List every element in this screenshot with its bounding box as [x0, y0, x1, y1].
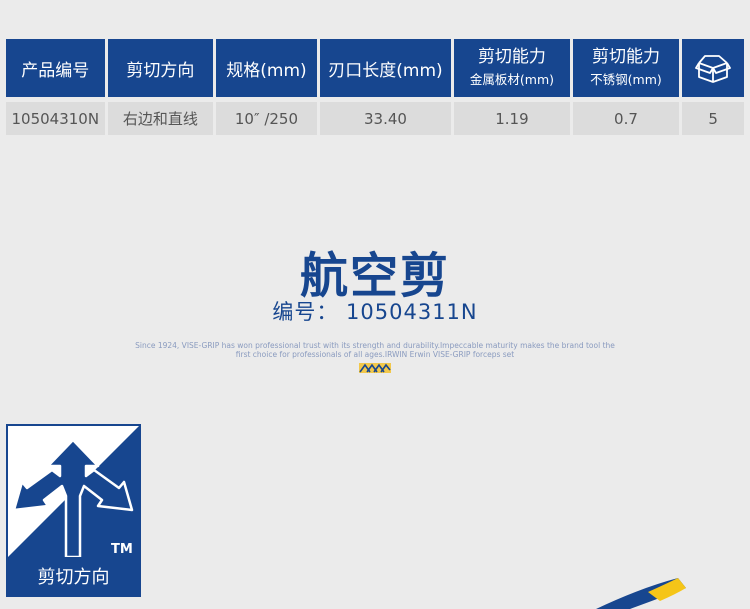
box-icon	[695, 55, 732, 83]
tagline-line-2: first choice for professionals of all ag…	[235, 349, 515, 359]
badge-trademark: TM	[111, 542, 133, 557]
cell-cut-capacity-sheet-metal: 1.19	[454, 102, 570, 135]
cut-direction-badge: TM 剪切方向	[6, 424, 141, 597]
badge-label: 剪切方向	[8, 557, 139, 595]
header-package-quantity	[682, 39, 745, 97]
header-cut-capacity-stainless: 剪切能力 不锈钢(mm)	[572, 39, 680, 97]
brand-tagline: Since 1924, VISE-GRIP has won profession…	[110, 341, 640, 359]
tool-handle-corner	[596, 578, 686, 609]
header-size: 规格(mm)	[216, 39, 317, 97]
cell-cut-capacity-stainless: 0.7	[572, 102, 680, 135]
header-blade-length: 刃口长度(mm)	[319, 39, 452, 97]
table-row: 10504310N 右边和直线 10″ /250 33.40 1.19 0.7 …	[6, 102, 745, 135]
header-cut-direction: 剪切方向	[107, 39, 214, 97]
three-direction-arrows-icon: TM	[8, 426, 139, 557]
cell-cut-direction: 右边和直线	[107, 102, 214, 135]
product-code: 编号： 10504311N	[272, 300, 478, 324]
chevron-decor-icon	[359, 363, 391, 373]
cell-product-number: 10504310N	[6, 102, 105, 135]
header-product-number: 产品编号	[6, 39, 105, 97]
cell-blade-length: 33.40	[319, 102, 452, 135]
cell-package-quantity: 5	[682, 102, 745, 135]
spec-table: 产品编号 剪切方向 规格(mm) 刃口长度(mm) 剪切能力 金属板材(mm) …	[6, 39, 745, 135]
spec-table-header: 产品编号 剪切方向 规格(mm) 刃口长度(mm) 剪切能力 金属板材(mm) …	[6, 39, 745, 97]
cell-size: 10″ /250	[216, 102, 317, 135]
header-cut-capacity-sheet-metal: 剪切能力 金属板材(mm)	[454, 39, 570, 97]
